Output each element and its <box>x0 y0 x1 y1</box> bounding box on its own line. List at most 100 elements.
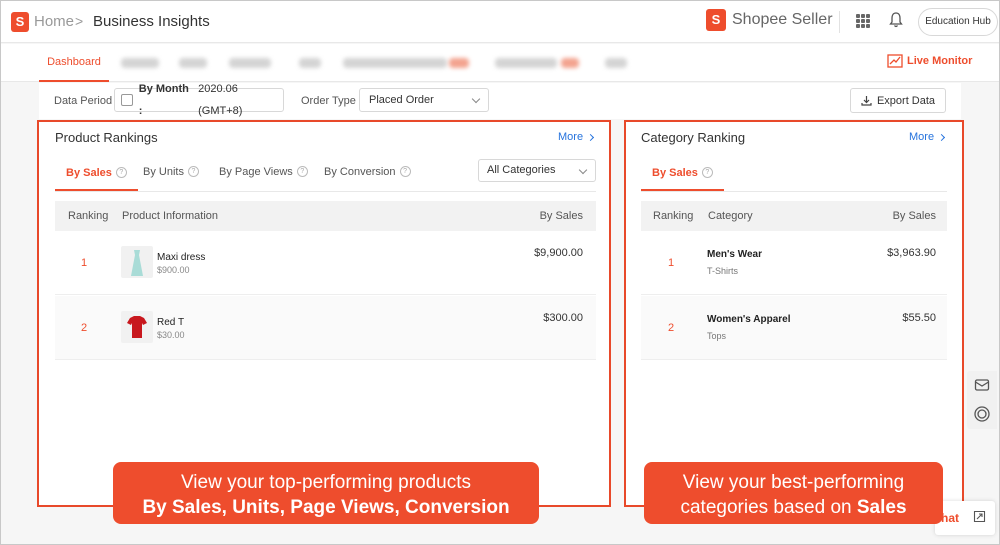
sales-value: $3,963.90 <box>887 247 936 259</box>
table-header: Ranking Product Information By Sales <box>55 201 596 231</box>
page-title: Business Insights <box>93 13 210 30</box>
tab-label: By Sales <box>652 166 698 179</box>
chevron-down-icon <box>578 165 588 175</box>
brand-logo[interactable]: S Shopee Seller <box>706 9 833 31</box>
category-ranking-title: Category Ranking <box>641 130 746 145</box>
help-icon[interactable]: ? <box>701 167 713 178</box>
callout-line-2: By Sales, Units, Page Views, Conversion <box>142 497 510 518</box>
tab-by-page-views[interactable]: By Page Views? <box>219 156 308 191</box>
table-row[interactable]: 1 Maxi dress $900.00 $9,900.00 <box>55 231 596 295</box>
tab-by-units[interactable]: By Units? <box>143 156 199 191</box>
chevron-down-icon <box>471 94 481 104</box>
chat-label: hat <box>941 511 959 525</box>
help-icon[interactable]: ? <box>187 166 199 177</box>
nav-badge-blurred <box>561 58 579 68</box>
table-row[interactable]: 2 Women's Apparel Tops $55.50 <box>641 296 947 360</box>
data-period-picker[interactable]: By Month : 2020.06 (GMT+8) <box>114 83 284 117</box>
category-filter-value: All Categories <box>487 164 556 176</box>
rank-number: 1 <box>668 257 675 269</box>
product-price: $30.00 <box>157 330 185 340</box>
sales-value: $9,900.00 <box>534 247 583 259</box>
chat-button[interactable]: hat <box>935 501 995 535</box>
category-name[interactable]: Women's Apparel <box>707 314 791 325</box>
help-icon[interactable]: ? <box>115 167 127 178</box>
sales-value: $55.50 <box>902 312 936 324</box>
product-rankings-callout: View your top-performing products By Sal… <box>113 462 539 524</box>
column-header-ranking: Ranking <box>653 210 694 222</box>
breadcrumb-home[interactable]: Home <box>34 13 74 30</box>
order-type-label: Order Type <box>301 95 356 107</box>
category-ranking-more-link[interactable]: More <box>909 131 946 143</box>
column-header-sales: By Sales <box>539 210 583 222</box>
column-header-sales: By Sales <box>892 210 936 222</box>
headset-icon[interactable] <box>973 405 991 428</box>
nav-tab-blurred[interactable] <box>343 58 447 68</box>
nav-tab-blurred[interactable] <box>299 58 321 68</box>
chevron-right-icon <box>938 133 946 141</box>
table-row[interactable]: 2 Red T $30.00 $300.00 <box>55 296 596 360</box>
nav-tab-blurred[interactable] <box>495 58 557 68</box>
live-monitor-link[interactable]: Live Monitor <box>887 54 972 68</box>
column-header-ranking: Ranking <box>68 210 109 222</box>
rank-number: 2 <box>668 322 675 334</box>
product-thumbnail[interactable] <box>121 246 153 278</box>
shopee-bag-icon: S <box>706 9 726 31</box>
filter-bar: Data Period By Month : 2020.06 (GMT+8) O… <box>39 83 961 119</box>
period-value: 2020.06 (GMT+8) <box>198 83 243 117</box>
header-divider <box>839 11 840 33</box>
nav-tab-blurred[interactable] <box>121 58 159 68</box>
column-header-category: Category <box>708 210 753 222</box>
table-row[interactable]: 1 Men's Wear T-Shirts $3,963.90 <box>641 231 947 295</box>
tab-by-conversion[interactable]: By Conversion? <box>324 156 411 191</box>
product-rankings-title: Product Rankings <box>55 130 158 145</box>
callout-line-2: categories based on <box>680 497 857 518</box>
download-icon <box>861 96 872 106</box>
tab-by-sales[interactable]: By Sales? <box>55 156 138 191</box>
table-header: Ranking Category By Sales <box>641 201 947 231</box>
education-hub-button[interactable]: Education Hub <box>918 8 998 36</box>
tab-by-sales[interactable]: By Sales? <box>641 156 724 191</box>
data-period-label: Data Period <box>54 95 113 107</box>
bell-icon[interactable] <box>889 12 903 33</box>
subcategory-name: T-Shirts <box>707 266 739 276</box>
nav-tab-blurred[interactable] <box>605 58 627 68</box>
rank-number: 2 <box>81 322 88 334</box>
chevron-right-icon <box>587 133 595 141</box>
order-type-select[interactable]: Placed Order <box>359 88 489 112</box>
callout-line-1: View your top-performing products <box>180 472 472 493</box>
product-thumbnail[interactable] <box>121 311 153 343</box>
shopee-logo-icon[interactable]: S <box>11 12 29 32</box>
nav-tab-blurred[interactable] <box>179 58 207 68</box>
product-price: $900.00 <box>157 265 190 275</box>
category-filter-select[interactable]: All Categories <box>478 159 596 182</box>
main-nav: Dashboard Live Monitor <box>1 44 999 82</box>
more-label: More <box>558 131 584 143</box>
column-header-product: Product Information <box>122 210 218 222</box>
brand-name: Shopee Seller <box>732 11 833 28</box>
callout-emphasis: Sales <box>856 497 907 518</box>
export-data-label: Export Data <box>876 94 936 107</box>
top-header: S Home > Business Insights S Shopee Sell… <box>1 1 999 43</box>
category-ranking-tabs: By Sales? <box>641 156 947 192</box>
category-name[interactable]: Men's Wear <box>707 249 762 260</box>
rank-number: 1 <box>81 257 88 269</box>
help-icon[interactable]: ? <box>399 166 411 177</box>
apps-grid-icon[interactable] <box>856 14 870 28</box>
help-icon[interactable]: ? <box>296 166 308 177</box>
nav-tab-blurred[interactable] <box>229 58 271 68</box>
floating-toolbar <box>967 371 997 429</box>
product-rankings-more-link[interactable]: More <box>558 131 595 143</box>
product-name[interactable]: Maxi dress <box>157 252 205 263</box>
breadcrumb-separator: > <box>75 13 84 29</box>
expand-icon <box>973 510 986 523</box>
sales-value: $300.00 <box>543 312 583 324</box>
callout-line-1: View your best-performing <box>682 472 905 493</box>
mail-icon[interactable] <box>974 377 990 398</box>
order-type-value: Placed Order <box>369 94 434 106</box>
export-data-button[interactable]: Export Data <box>850 88 946 113</box>
product-name[interactable]: Red T <box>157 317 184 328</box>
tab-label: By Sales <box>66 166 112 179</box>
period-mode: By Month : <box>138 83 189 117</box>
tab-dashboard[interactable]: Dashboard <box>39 44 109 82</box>
category-ranking-panel: Category Ranking More By Sales? Ranking … <box>624 120 964 507</box>
